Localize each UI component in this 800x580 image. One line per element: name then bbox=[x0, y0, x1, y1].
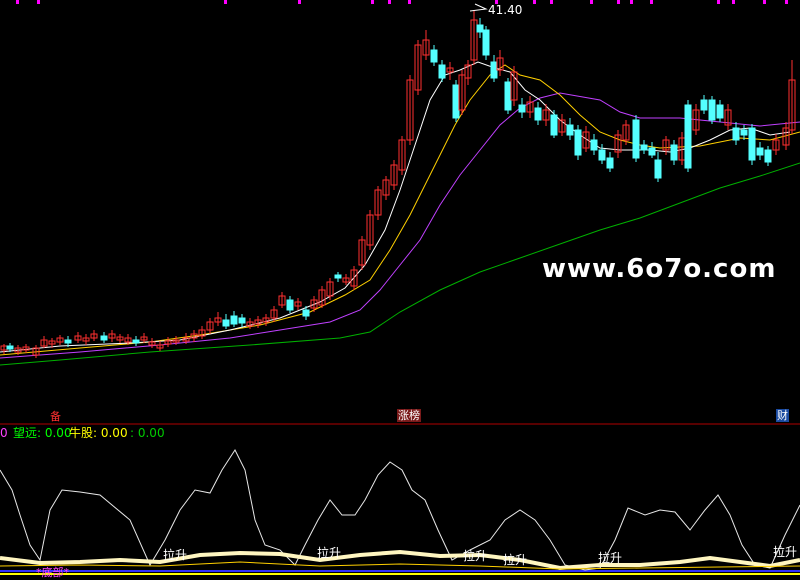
candle-body bbox=[640, 144, 648, 151]
candle-body bbox=[684, 104, 692, 169]
candle-body bbox=[286, 299, 294, 311]
candle-body bbox=[716, 104, 724, 119]
top-tick-mark bbox=[650, 0, 653, 4]
candle-body bbox=[632, 119, 640, 159]
legend-wangyuan: 望远: 0.00 bbox=[13, 426, 72, 440]
legend-value: : 0.00 bbox=[130, 426, 165, 440]
top-tick-mark bbox=[785, 0, 788, 4]
top-tick-mark bbox=[224, 0, 227, 4]
high-price-label: 41.40 bbox=[488, 3, 523, 17]
top-tick-mark bbox=[617, 0, 620, 4]
candle-body bbox=[764, 149, 772, 163]
candle-body bbox=[438, 64, 446, 79]
top-tick-mark bbox=[298, 0, 301, 4]
candle-body bbox=[574, 129, 582, 156]
candle-body bbox=[334, 274, 342, 279]
candle-body bbox=[534, 107, 542, 121]
top-tick-mark bbox=[37, 0, 40, 4]
candle-body bbox=[476, 24, 484, 33]
candle-body bbox=[100, 335, 108, 341]
chart-canvas[interactable] bbox=[0, 0, 800, 580]
high-price-pointer bbox=[469, 3, 488, 12]
marker-zhangbang[interactable]: 涨榜 bbox=[397, 409, 421, 422]
candle-body bbox=[302, 309, 310, 317]
candle-body bbox=[598, 149, 606, 161]
watermark-text: www.6o7o.com bbox=[542, 254, 777, 284]
signal-label: 拉升 bbox=[463, 549, 488, 563]
top-tick-mark bbox=[550, 0, 553, 4]
candle-body bbox=[606, 157, 614, 169]
candle-body bbox=[648, 147, 656, 156]
top-tick-mark bbox=[630, 0, 633, 4]
top-tick-mark bbox=[16, 0, 19, 4]
ma-purple-line bbox=[0, 92, 800, 359]
bottom-label: *底部* bbox=[36, 566, 69, 579]
top-tick-mark bbox=[717, 0, 720, 4]
candle-body bbox=[6, 345, 14, 350]
legend-zero: 0 bbox=[0, 426, 8, 440]
candle-body bbox=[222, 319, 230, 327]
candle-body bbox=[550, 114, 558, 136]
candle-body bbox=[590, 139, 598, 151]
legend-niugu: 牛股: 0.00 bbox=[69, 426, 128, 440]
candle-body bbox=[748, 127, 756, 161]
candle-body bbox=[670, 144, 678, 161]
candle-body bbox=[132, 339, 140, 344]
signal-label: 拉升 bbox=[773, 545, 798, 559]
signal-label: 拉升 bbox=[317, 546, 342, 560]
top-tick-mark bbox=[388, 0, 391, 4]
signal-label: 拉升 bbox=[503, 553, 528, 567]
top-tick-mark bbox=[408, 0, 411, 4]
candle-body bbox=[756, 147, 764, 156]
candle-body bbox=[654, 159, 662, 179]
candle-body bbox=[238, 317, 246, 324]
candle-body bbox=[740, 129, 748, 136]
candle-body bbox=[708, 99, 716, 121]
candle-body bbox=[518, 104, 526, 113]
candle-body bbox=[482, 29, 490, 56]
top-tick-mark bbox=[371, 0, 374, 4]
candle-body bbox=[64, 339, 72, 344]
ma-white-line bbox=[0, 61, 791, 353]
candle-body bbox=[430, 49, 438, 63]
signal-label: 拉升 bbox=[598, 551, 623, 565]
top-tick-mark bbox=[763, 0, 766, 4]
marker-left[interactable]: 备 bbox=[49, 410, 62, 423]
candle-body bbox=[230, 315, 238, 325]
candle-body bbox=[490, 61, 498, 79]
top-tick-mark bbox=[590, 0, 593, 4]
marker-cai[interactable]: 财 bbox=[776, 409, 789, 422]
candle-body bbox=[452, 84, 460, 119]
top-tick-mark bbox=[533, 0, 536, 4]
candle-body bbox=[700, 99, 708, 111]
candle-body bbox=[732, 127, 740, 141]
candle-body bbox=[566, 124, 574, 136]
signal-label: 拉升 bbox=[163, 548, 188, 562]
candle-body bbox=[504, 81, 512, 111]
stock-chart-window: 41.40 www.6o7o.com 备 涨榜 财 0 望远: 0.00 牛股:… bbox=[0, 0, 800, 580]
top-tick-mark bbox=[732, 0, 735, 4]
